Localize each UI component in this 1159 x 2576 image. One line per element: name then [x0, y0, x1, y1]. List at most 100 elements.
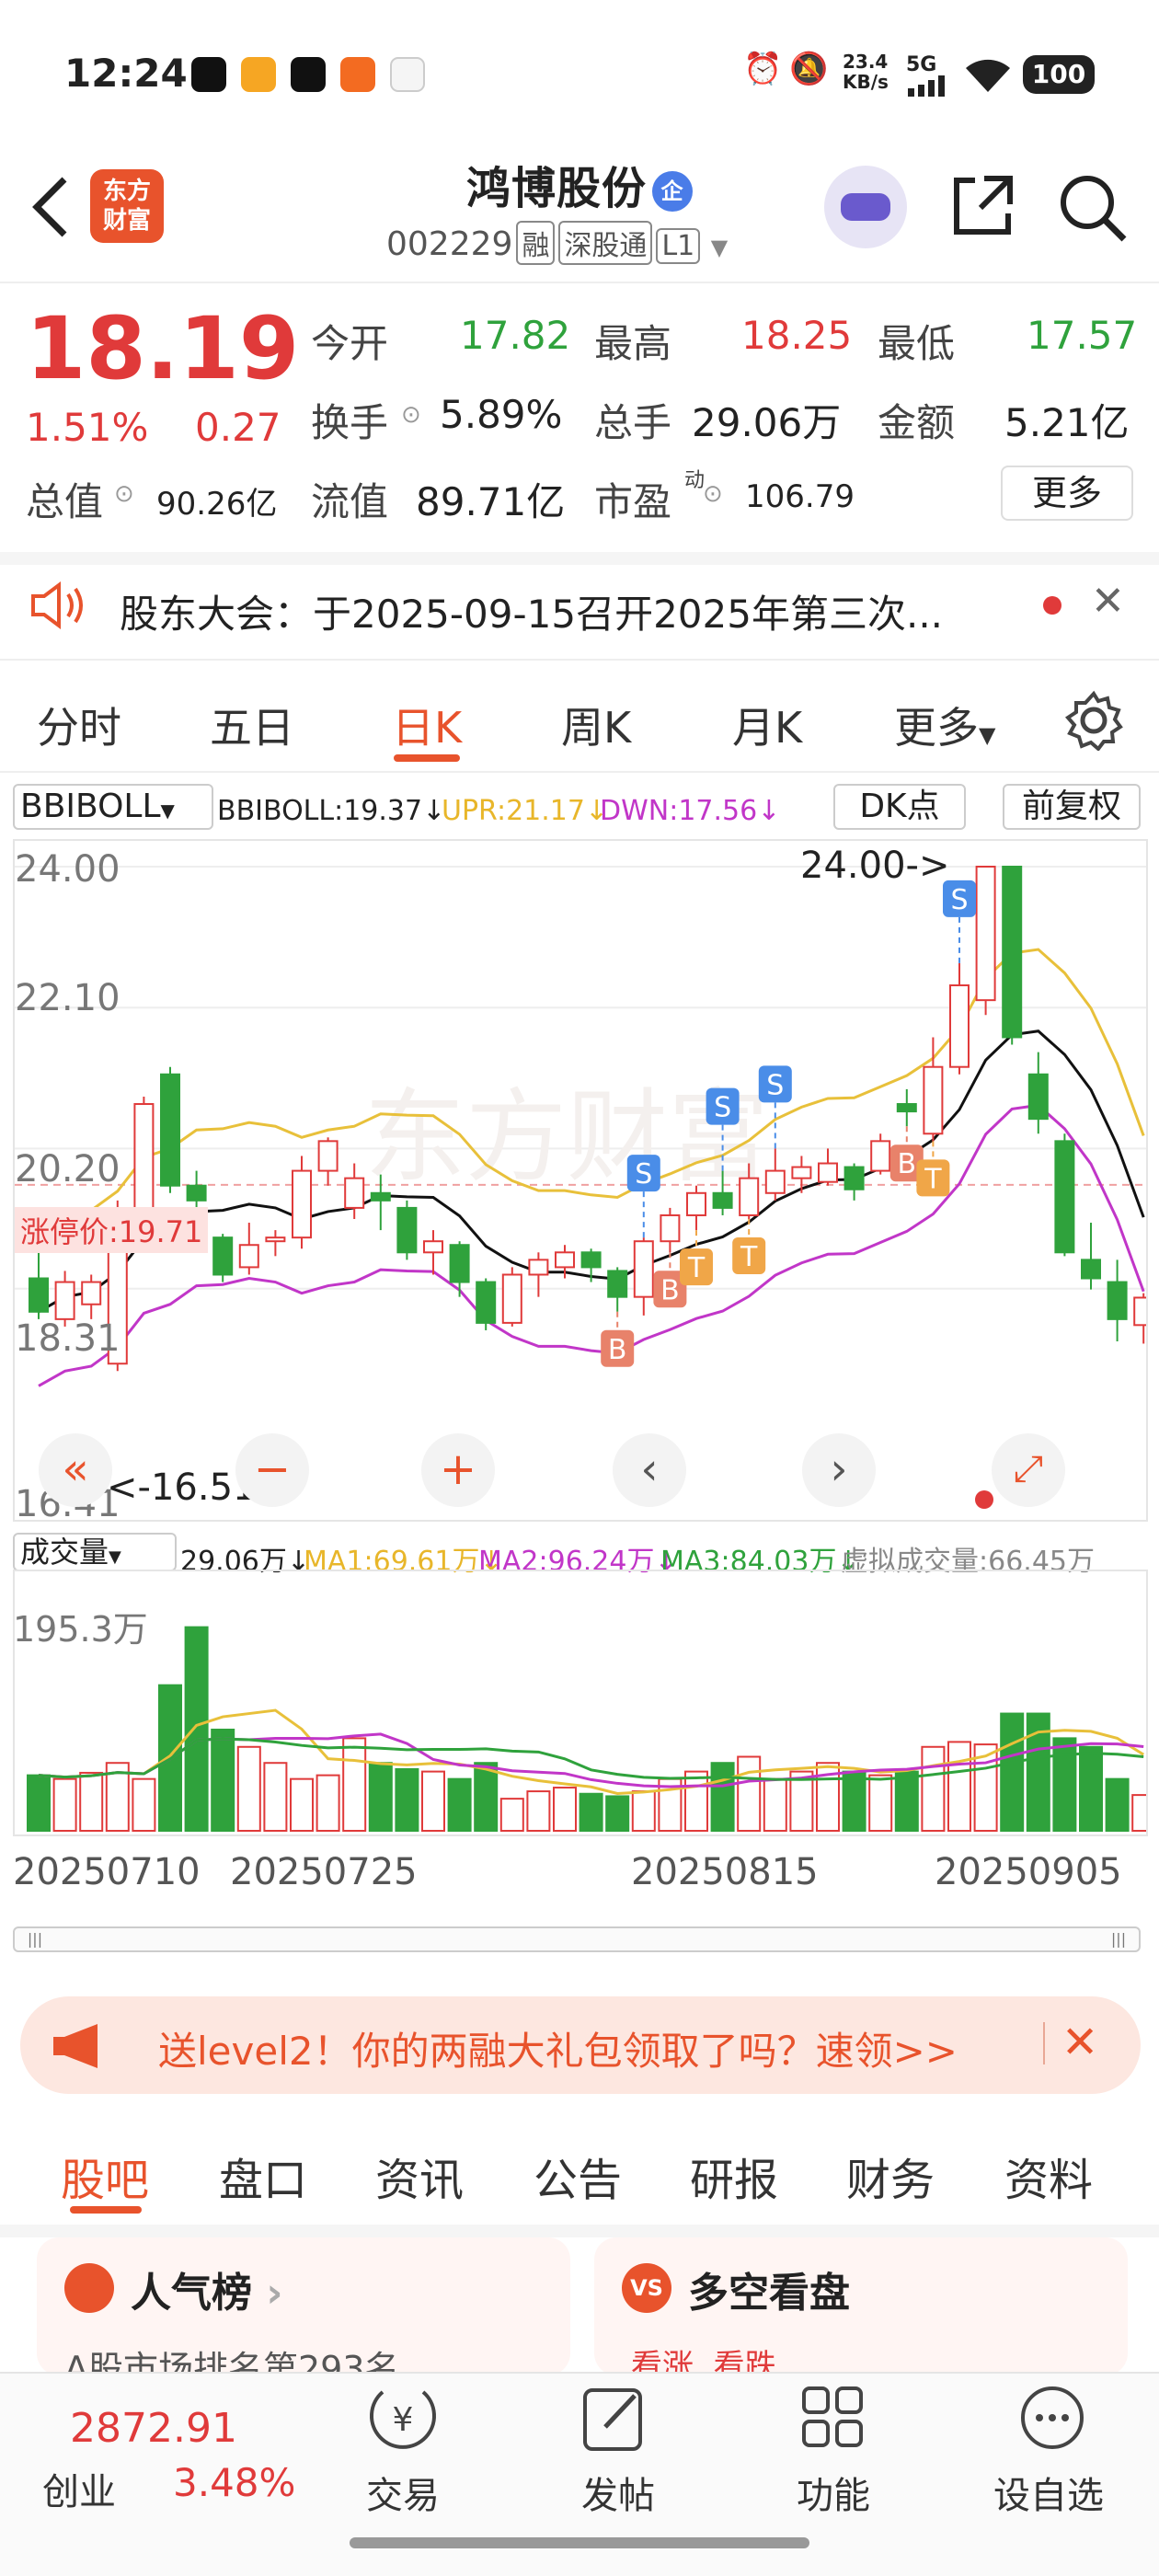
close-icon[interactable]: ✕	[1091, 578, 1125, 625]
volume-bar	[737, 1755, 762, 1833]
index-change[interactable]: 3.48%	[173, 2460, 295, 2505]
more-button[interactable]: 更多	[1001, 466, 1133, 521]
signal-icon	[906, 75, 950, 97]
candle-body	[764, 1169, 786, 1194]
kline-chart[interactable]: 东方财富 S B B T S T S B T S	[13, 839, 1148, 1522]
volume-bar	[27, 1774, 51, 1832]
candle-body	[843, 1166, 865, 1190]
trade-icon[interactable]: ¥	[364, 2383, 442, 2460]
scroll-right-icon[interactable]: ›	[802, 1433, 876, 1507]
active-bottom-tab-indicator	[70, 2206, 142, 2214]
notice-text[interactable]: 股东大会：于2025-09-15召开2025年第三次...	[120, 583, 943, 639]
volume-label: 总手	[594, 400, 672, 445]
nav-functions[interactable]: 功能	[797, 2466, 870, 2519]
total-value-label: 总值	[26, 479, 104, 524]
candle-body	[501, 1273, 522, 1324]
volume-bar	[447, 1777, 472, 1832]
tab-finance[interactable]: 财务	[846, 2144, 935, 2208]
long-short-card[interactable]: VS 多空看盘 看涨 看跌	[594, 2237, 1128, 2385]
tab-pankou[interactable]: 盘口	[219, 2144, 307, 2208]
tab-daily-k[interactable]: 日K	[392, 695, 462, 755]
tab-news[interactable]: 资讯	[375, 2144, 464, 2208]
pe-value: 106.79	[745, 478, 855, 515]
zoom-in-icon[interactable]: +	[421, 1433, 495, 1507]
candle-body	[370, 1191, 391, 1202]
volume-axis-max: 195.3万	[13, 1609, 148, 1650]
promo-text[interactable]: 送level2！你的两融大礼包领取了吗？速领>>	[158, 2020, 958, 2076]
candle-body	[396, 1206, 418, 1254]
volume-bar	[842, 1770, 866, 1833]
zoom-out-icon[interactable]: −	[235, 1433, 309, 1507]
tab-research[interactable]: 研报	[690, 2144, 778, 2208]
tab-weekly-k[interactable]: 周K	[561, 695, 631, 755]
min-marker: <-16.51	[107, 1466, 257, 1509]
adjust-button[interactable]: 前复权	[1003, 784, 1141, 830]
indicator-select[interactable]: BBIBOLL▼	[13, 784, 213, 830]
more-dots-icon[interactable]	[1017, 2383, 1087, 2456]
scroll-handle-right[interactable]: |||	[1100, 1930, 1137, 1949]
float-value: 89.71亿	[416, 479, 566, 524]
taobao-icon	[340, 57, 375, 92]
post-icon[interactable]	[580, 2381, 649, 2458]
close-icon[interactable]: ✕	[1061, 2017, 1098, 2068]
assistant-avatar[interactable]	[824, 166, 907, 248]
signal-label: B	[608, 1334, 627, 1366]
info-icon[interactable]: ⊙	[703, 480, 723, 508]
volume-select[interactable]: 成交量▼	[13, 1533, 177, 1571]
nav-trade[interactable]: 交易	[366, 2466, 440, 2519]
dk-point-button[interactable]: DK点	[833, 784, 966, 830]
scroll-left-icon[interactable]: ‹	[613, 1433, 686, 1507]
index-name[interactable]: 创业	[42, 2462, 116, 2515]
gear-icon[interactable]	[1063, 690, 1124, 754]
unread-dot	[1043, 596, 1061, 615]
apps-icon[interactable]	[800, 2385, 865, 2453]
candle-body	[528, 1259, 549, 1276]
app-icon	[241, 57, 276, 92]
tab-guba[interactable]: 股吧	[61, 2144, 149, 2208]
candle-body	[292, 1169, 312, 1239]
tab-more[interactable]: 更多▼	[894, 695, 995, 755]
info-icon[interactable]: ⊙	[114, 480, 134, 508]
tab-intraday[interactable]: 分时	[37, 695, 121, 755]
scroll-handle-left[interactable]: |||	[17, 1930, 53, 1949]
volume-bar	[499, 1798, 524, 1833]
volume-chart[interactable]	[13, 1570, 1148, 1836]
candle-body	[1027, 1073, 1049, 1121]
tab-announcements[interactable]: 公告	[534, 2144, 622, 2208]
volume-bar	[684, 1770, 708, 1833]
scroll-left-fast-icon[interactable]: «	[39, 1433, 112, 1507]
high-value: 18.25	[741, 313, 853, 358]
popularity-card[interactable]: 人气榜 › A股市场排名第293名	[37, 2237, 570, 2389]
float-value-label: 流值	[311, 479, 389, 524]
candle-body	[686, 1191, 706, 1216]
amount-value: 5.21亿	[1004, 400, 1130, 445]
candle-body	[54, 1281, 75, 1320]
high-label: 最高	[594, 321, 672, 366]
tab-monthly-k[interactable]: 月K	[732, 695, 802, 755]
caret-down-icon: ▼	[160, 799, 175, 822]
signal-label: S	[950, 884, 968, 916]
candle-body	[896, 1103, 917, 1113]
max-marker: 24.00->	[800, 845, 950, 887]
volume-bar	[79, 1771, 104, 1833]
candle-body	[1133, 1296, 1146, 1327]
nav-add-watchlist[interactable]: 设自选	[993, 2466, 1104, 2519]
signal-label: T	[740, 1241, 758, 1273]
share-icon[interactable]	[947, 171, 1017, 245]
popularity-title: 人气榜 ›	[131, 2270, 283, 2317]
signal-label: T	[924, 1163, 942, 1195]
vs-icon: VS	[622, 2263, 671, 2313]
volume-bar	[421, 1770, 445, 1833]
index-value[interactable]: 2872.91	[70, 2405, 237, 2452]
info-icon[interactable]: ⊙	[401, 401, 421, 429]
candle-body	[29, 1277, 49, 1313]
chart-bar-icon	[64, 2263, 114, 2313]
fullscreen-icon[interactable]: ⤢	[992, 1433, 1065, 1507]
candle-body	[160, 1073, 180, 1187]
search-icon[interactable]	[1056, 171, 1130, 248]
nav-post[interactable]: 发帖	[581, 2466, 655, 2519]
range-scrollbar[interactable]	[13, 1926, 1141, 1952]
tab-profile[interactable]: 资料	[1004, 2144, 1093, 2208]
tab-five-day[interactable]: 五日	[210, 695, 294, 755]
change-percent: 1.51%	[26, 405, 149, 450]
